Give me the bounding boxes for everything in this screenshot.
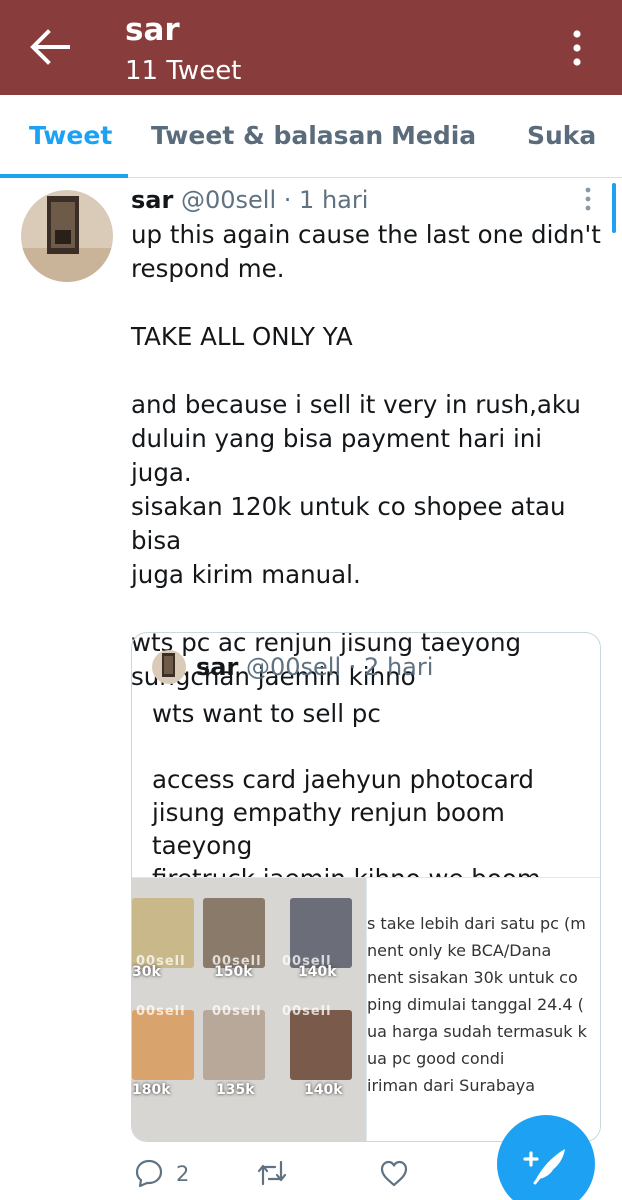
author-handle: @00sell — [245, 653, 342, 681]
tweet-text: up this again cause the last one didn't … — [131, 218, 601, 694]
quoted-tweet[interactable]: sar @00sell · 2 hari wts want to sell pc… — [131, 632, 601, 1142]
more-vertical-icon[interactable] — [578, 186, 598, 212]
tweet-line — [131, 592, 601, 626]
price-label: 140k — [304, 1082, 343, 1098]
price-label: 30k — [132, 964, 161, 980]
tweet-line: sisakan 120k untuk co shopee atau bisa — [131, 492, 566, 555]
avatar — [152, 650, 186, 684]
reply-count: 2 — [176, 1162, 190, 1186]
retweet-icon[interactable] — [256, 1158, 288, 1188]
quoted-line: jisung empathy renjun boom taeyong — [152, 798, 505, 860]
arrow-left-icon[interactable] — [28, 28, 70, 66]
photocard — [290, 1010, 352, 1080]
note-line: ua pc good condi — [367, 1049, 505, 1068]
author-name[interactable]: sar — [131, 186, 173, 214]
active-tab-indicator — [0, 174, 128, 178]
tweet-header: sar @00sell · 1 hari — [131, 186, 368, 214]
notes-photo: s take lebih dari satu pc (m nent only k… — [366, 878, 600, 1141]
separator-dot: · — [348, 653, 357, 681]
tweet-time: 2 hari — [364, 653, 434, 681]
heart-icon[interactable] — [379, 1158, 409, 1188]
price-label: 180k — [132, 1082, 171, 1098]
quoted-tweet-header: sar @00sell · 2 hari — [196, 653, 433, 681]
quoted-tweet-image[interactable]: 00sell 00sell 00sell 00sell 00sell 00sel… — [132, 877, 600, 1141]
tweet-line: duluin yang bisa payment hari ini juga. — [131, 424, 543, 487]
tab-tweet-replies[interactable]: Tweet & balasan — [151, 121, 383, 150]
tab-media[interactable]: Media — [391, 121, 476, 150]
quoted-line: wts want to sell pc — [152, 699, 381, 728]
tab-likes[interactable]: Suka — [527, 121, 596, 150]
note-line: ping dimulai tanggal 24.4 ( — [367, 995, 584, 1014]
tweet-line: and because i sell it very in rush,aku — [131, 390, 581, 419]
tweet-line: up this again cause the last one didn't — [131, 220, 601, 249]
tweet-count: 11 Tweet — [125, 56, 242, 86]
price-label: 150k — [214, 964, 253, 980]
tweet-line: TAKE ALL ONLY YA — [131, 322, 353, 351]
quoted-line — [152, 730, 592, 763]
price-label: 135k — [216, 1082, 255, 1098]
tweet-time[interactable]: 1 hari — [299, 186, 368, 214]
profile-tabs: Tweet Tweet & balasan Media Suka — [0, 95, 622, 178]
note-line: nent sisakan 30k untuk co — [367, 968, 578, 987]
tweet-line: respond me. — [131, 254, 285, 283]
tweet-line: juga kirim manual. — [131, 560, 361, 589]
photocard-photo: 00sell 00sell 00sell 00sell 00sell 00sel… — [132, 878, 366, 1141]
compose-tweet-button[interactable] — [497, 1115, 595, 1200]
compose-tweet-icon — [523, 1149, 565, 1185]
author-handle[interactable]: @00sell — [181, 186, 276, 214]
more-vertical-icon[interactable] — [562, 28, 592, 68]
price-label: 140k — [298, 964, 337, 980]
author-name: sar — [196, 653, 239, 681]
note-line: nent only ke BCA/Dana — [367, 941, 552, 960]
avatar[interactable] — [21, 190, 113, 282]
photocard — [203, 1010, 265, 1080]
note-line: s take lebih dari satu pc (m — [367, 914, 586, 933]
scrollbar[interactable] — [612, 183, 616, 233]
watermark: 00sell — [282, 1004, 332, 1019]
profile-name: sar — [125, 12, 180, 48]
tweet-line — [131, 354, 601, 388]
tweet-line — [131, 286, 601, 320]
photocard — [132, 1010, 194, 1080]
note-line: ua harga sudah termasuk k — [367, 1022, 587, 1041]
note-line: iriman dari Surabaya — [367, 1076, 536, 1095]
quoted-line: access card jaehyun photocard — [152, 765, 534, 794]
watermark: 00sell — [212, 1004, 262, 1019]
profile-header: sar 11 Tweet — [0, 0, 622, 95]
reply-icon[interactable] — [134, 1158, 164, 1188]
tab-tweet[interactable]: Tweet — [29, 121, 112, 150]
watermark: 00sell — [136, 1004, 186, 1019]
separator-dot: · — [283, 186, 292, 214]
